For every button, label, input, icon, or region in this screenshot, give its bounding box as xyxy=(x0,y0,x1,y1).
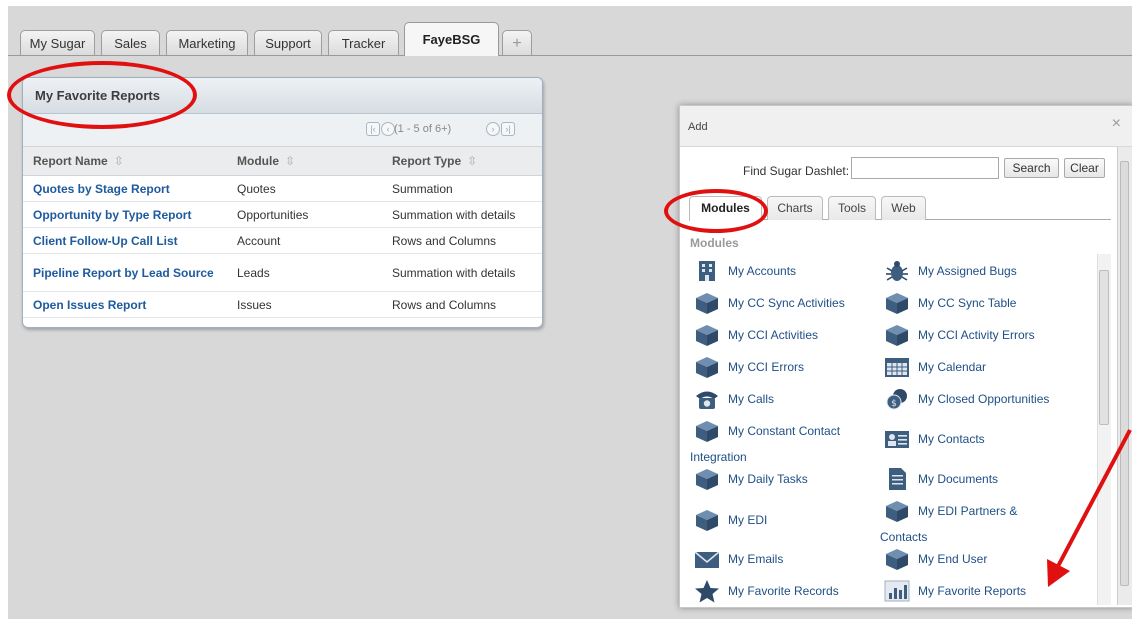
cube-icon xyxy=(696,421,718,442)
module-cell: Opportunities xyxy=(227,201,382,228)
annotation-oval-modules-tab xyxy=(664,189,768,233)
cube-icon xyxy=(886,293,908,314)
star-icon xyxy=(695,580,719,603)
report-link[interactable]: Quotes by Stage Report xyxy=(23,175,227,202)
svg-text:$: $ xyxy=(891,399,897,409)
calendar-icon xyxy=(885,358,909,377)
tab-bar-divider xyxy=(8,55,1132,56)
module-cell: Leads xyxy=(227,253,382,292)
tab-my-sugar[interactable]: My Sugar xyxy=(20,30,95,55)
find-dashlet-label: Find Sugar Dashlet: xyxy=(743,164,850,178)
add-tab-button[interactable]: + xyxy=(502,30,532,55)
bar-chart-icon xyxy=(884,580,910,602)
phone-icon xyxy=(696,391,718,409)
sort-icon[interactable]: ⇳ xyxy=(114,154,124,168)
sort-icon[interactable]: ⇳ xyxy=(467,154,477,168)
pager-text: (1 - 5 of 6+) xyxy=(394,123,452,135)
cube-icon xyxy=(696,325,718,346)
report-link[interactable]: Opportunity by Type Report xyxy=(23,201,227,228)
dialog-header: Add × xyxy=(680,106,1132,147)
tab-fayebsg[interactable]: FayeBSG xyxy=(404,22,499,56)
table-row: Open Issues Report Issues Rows and Colum… xyxy=(23,291,542,318)
dashlet-item-my-constant-contact[interactable]: My Constant Contact Integration xyxy=(690,419,874,464)
report-type-cell: Summation with details xyxy=(382,253,542,292)
scrollbar-thumb[interactable] xyxy=(1099,270,1109,425)
cube-icon xyxy=(696,357,718,378)
tab-support[interactable]: Support xyxy=(254,30,322,55)
report-link[interactable]: Open Issues Report xyxy=(23,291,227,318)
annotation-oval-dashlet-title xyxy=(7,61,197,129)
clear-button[interactable]: Clear xyxy=(1064,158,1105,178)
contact-card-icon xyxy=(885,431,909,448)
column-header-module[interactable]: Module ⇳ xyxy=(227,147,382,176)
report-type-cell: Rows and Columns xyxy=(382,291,542,318)
column-header-report-type[interactable]: Report Type ⇳ xyxy=(382,147,542,176)
building-icon xyxy=(699,261,715,281)
tab-web[interactable]: Web xyxy=(881,196,926,220)
report-type-cell: Summation xyxy=(382,175,542,202)
last-page-icon[interactable]: ›| xyxy=(501,122,515,136)
report-link[interactable]: Client Follow-Up Call List xyxy=(23,227,227,254)
bug-icon xyxy=(886,261,908,281)
reports-table: Report Name ⇳ Module ⇳ Report Type ⇳ Quotes… xyxy=(23,147,542,318)
cube-icon xyxy=(886,501,908,522)
column-header-report-name[interactable]: Report Name ⇳ xyxy=(23,147,227,176)
section-label: Modules xyxy=(690,236,739,250)
tab-tracker[interactable]: Tracker xyxy=(328,30,399,55)
table-row: Pipeline Report by Lead Source Leads Sum… xyxy=(23,253,542,292)
search-button[interactable]: Search xyxy=(1004,158,1059,178)
tab-tools[interactable]: Tools xyxy=(828,196,876,220)
report-type-cell: Rows and Columns xyxy=(382,227,542,254)
prev-page-icon[interactable]: ‹ xyxy=(381,122,395,136)
module-cell: Issues xyxy=(227,291,382,318)
cube-icon xyxy=(696,510,718,531)
tab-charts[interactable]: Charts xyxy=(767,196,823,220)
annotation-arrow-icon xyxy=(1047,429,1132,587)
cube-icon xyxy=(696,469,718,490)
find-dashlet-input[interactable] xyxy=(851,157,999,179)
cube-icon xyxy=(696,293,718,314)
sort-icon[interactable]: ⇳ xyxy=(285,154,295,168)
report-link[interactable]: Pipeline Report by Lead Source xyxy=(23,253,227,292)
first-page-icon[interactable]: |‹ xyxy=(366,122,380,136)
module-cell: Account xyxy=(227,227,382,254)
tab-sales[interactable]: Sales xyxy=(101,30,160,55)
coins-icon: $ xyxy=(886,389,907,410)
module-cell: Quotes xyxy=(227,175,382,202)
table-row: Quotes by Stage Report Quotes Summation xyxy=(23,175,542,202)
dialog-title: Add xyxy=(688,121,708,133)
document-icon xyxy=(889,468,906,490)
cube-icon xyxy=(886,325,908,346)
table-row: Opportunity by Type Report Opportunities… xyxy=(23,201,542,228)
report-type-cell: Summation with details xyxy=(382,201,542,228)
envelope-icon xyxy=(694,551,720,568)
tab-marketing[interactable]: Marketing xyxy=(166,30,248,55)
table-row: Client Follow-Up Call List Account Rows … xyxy=(23,227,542,254)
cube-icon xyxy=(886,549,908,570)
close-icon[interactable]: × xyxy=(1112,115,1121,133)
next-page-icon[interactable]: › xyxy=(486,122,500,136)
